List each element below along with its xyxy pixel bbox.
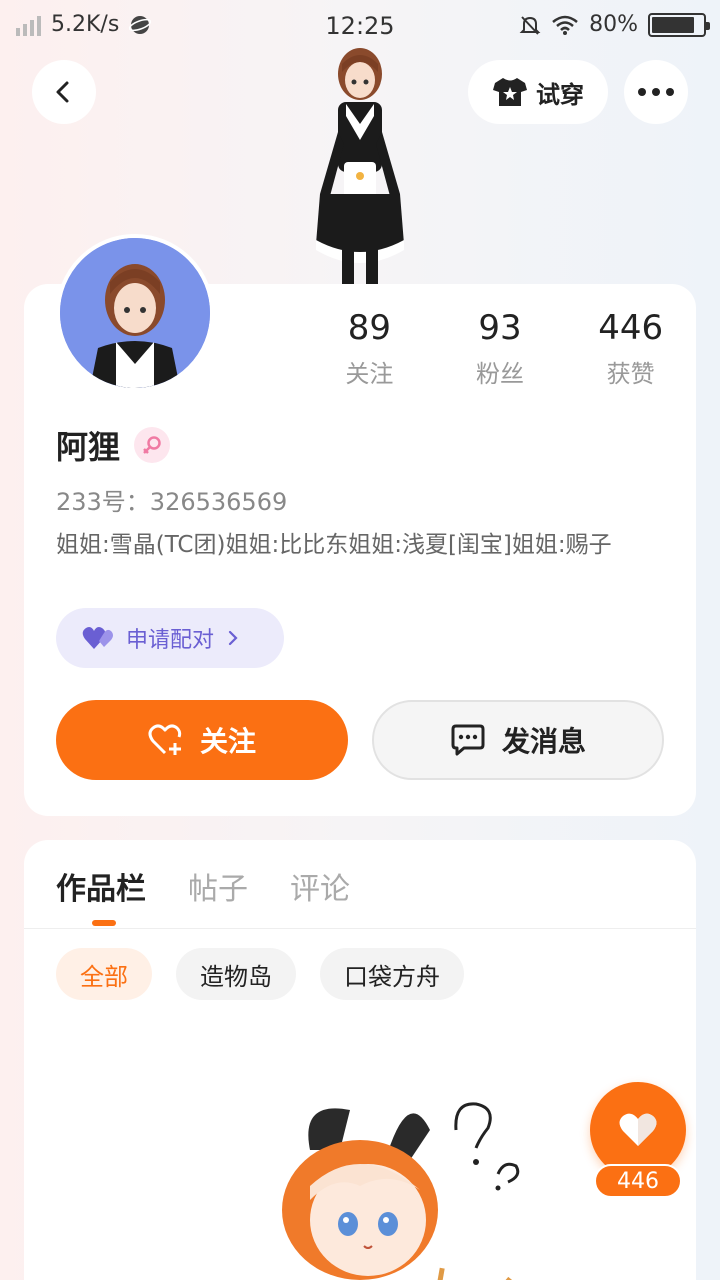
like-count-badge: 446	[594, 1164, 682, 1198]
stat-followers-value: 93	[478, 308, 522, 348]
name-row: 阿狸	[56, 422, 171, 468]
more-button[interactable]	[624, 60, 688, 124]
stat-following-value: 89	[347, 308, 391, 348]
tab-comments[interactable]: 评论	[290, 864, 350, 908]
stat-followers-label: 粉丝	[476, 360, 524, 388]
tab-divider	[24, 928, 696, 929]
status-right: 80%	[519, 12, 710, 37]
back-button[interactable]	[32, 60, 96, 124]
tab-posts[interactable]: 帖子	[188, 864, 248, 908]
profile-uid: 233号：326536569	[56, 488, 288, 516]
profile-bio: 姐姐:雪晶(TC团)姐姐:比比东姐姐:浅夏[闺宝]姐姐:赐子	[56, 532, 612, 558]
battery-icon	[648, 12, 710, 37]
chevron-right-icon	[228, 630, 238, 646]
follow-label: 关注	[199, 725, 256, 758]
stat-likes[interactable]: 446 获赞	[565, 308, 696, 389]
stat-likes-value: 446	[598, 308, 664, 348]
tab-works[interactable]: 作品栏	[56, 864, 146, 908]
avatar[interactable]	[56, 234, 214, 392]
stat-followers[interactable]: 93 粉丝	[435, 308, 566, 389]
mute-bell-icon	[519, 15, 541, 35]
battery-percent: 80%	[589, 12, 638, 37]
tab-indicator	[92, 920, 116, 926]
category-chips: 全部 造物岛 口袋方舟	[56, 948, 464, 1000]
tryon-button[interactable]: 试穿	[468, 60, 608, 124]
chip-creation-island[interactable]: 造物岛	[176, 948, 296, 1000]
follow-button[interactable]: 关注	[56, 700, 348, 780]
stat-following[interactable]: 89 关注	[304, 308, 435, 389]
more-dots-icon	[638, 88, 674, 96]
message-label: 发消息	[501, 725, 586, 758]
avatar-character-image	[316, 48, 404, 284]
pair-request-button[interactable]: 申请配对	[56, 608, 284, 668]
avatar-image	[60, 238, 210, 388]
works-card: 作品栏 帖子 评论 全部 造物岛 口袋方舟	[24, 840, 696, 1280]
stat-following-label: 关注	[345, 360, 394, 388]
tshirt-icon	[493, 78, 527, 106]
chat-bubble-icon	[451, 724, 485, 756]
tryon-label: 试穿	[536, 80, 584, 109]
heart-pair-icon	[82, 627, 113, 649]
profile-name: 阿狸	[56, 428, 121, 466]
chip-all[interactable]: 全部	[56, 948, 152, 1000]
pair-request-label: 申请配对	[126, 628, 215, 653]
profile-stats: 89 关注 93 粉丝 446 获赞	[304, 308, 696, 389]
chevron-left-icon	[56, 81, 69, 103]
heart-add-icon	[148, 724, 182, 755]
empty-state-mascot-image	[282, 1102, 520, 1280]
chip-pocket-ark[interactable]: 口袋方舟	[320, 948, 464, 1000]
wifi-icon	[552, 15, 578, 35]
heart-icon	[619, 1113, 657, 1146]
stat-likes-label: 获赞	[606, 360, 655, 388]
works-tabs: 作品栏 帖子 评论	[56, 864, 350, 908]
female-icon	[134, 427, 171, 463]
message-button[interactable]: 发消息	[372, 700, 664, 780]
